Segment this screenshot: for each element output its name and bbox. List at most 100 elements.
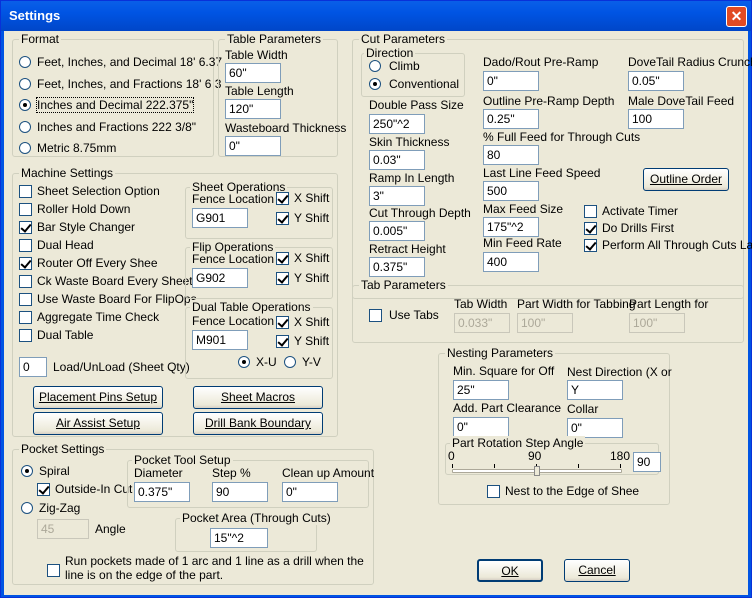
sheet-fence-location-input[interactable]: G901 <box>192 208 248 228</box>
machine-checkbox-4[interactable] <box>19 257 32 270</box>
arc-as-drill-label-line1[interactable]: Run pockets made of 1 arc and 1 line as … <box>65 554 364 568</box>
format-radio-0[interactable] <box>19 56 31 68</box>
activate-timer-label[interactable]: Activate Timer <box>602 204 678 218</box>
arc-as-drill-checkbox[interactable] <box>47 564 60 577</box>
machine-checkbox-8[interactable] <box>19 329 32 342</box>
flip-xshift-label[interactable]: X Shift <box>294 251 329 265</box>
outline-pre-ramp-depth-input[interactable]: 0.25" <box>483 109 539 129</box>
rotation-slider-thumb[interactable] <box>534 466 540 476</box>
format-label-0[interactable]: Feet, Inches, and Decimal 18' 6.37 <box>37 55 222 69</box>
sheet-xshift-checkbox[interactable] <box>276 192 289 205</box>
nest-direction-input[interactable]: Y <box>567 380 623 400</box>
outside-in-checkbox[interactable] <box>37 483 50 496</box>
perform-all-through-cuts-checkbox[interactable] <box>584 239 597 252</box>
cut-through-depth-input[interactable]: 0.005" <box>369 221 425 241</box>
nest-edge-label[interactable]: Nest to the Edge of Shee <box>505 484 639 498</box>
min-square-input[interactable]: 25" <box>453 380 509 400</box>
drill-bank-boundary-button[interactable]: Drill Bank Boundary <box>193 412 323 435</box>
do-drills-first-checkbox[interactable] <box>584 222 597 235</box>
retract-height-input[interactable]: 0.375" <box>369 257 425 277</box>
dual-fence-location-input[interactable]: M901 <box>192 330 248 350</box>
min-feed-rate-input[interactable]: 400 <box>483 252 539 272</box>
machine-option-8[interactable]: Dual Table <box>37 328 93 342</box>
conventional-label[interactable]: Conventional <box>389 77 459 91</box>
format-radio-1[interactable] <box>19 78 31 90</box>
dado-pre-ramp-input[interactable]: 0" <box>483 71 539 91</box>
table-length-input[interactable]: 120" <box>225 99 281 119</box>
format-label-4[interactable]: Metric 8.75mm <box>37 141 116 155</box>
machine-option-6[interactable]: Use Waste Board For FlipOps <box>37 292 197 306</box>
zigzag-radio[interactable] <box>21 502 33 514</box>
outline-order-button[interactable]: Outline Order <box>643 168 729 191</box>
machine-option-4[interactable]: Router Off Every Shee <box>37 256 158 270</box>
wasteboard-thickness-input[interactable]: 0" <box>225 136 281 156</box>
last-line-feed-input[interactable]: 500 <box>483 181 539 201</box>
flip-xshift-checkbox[interactable] <box>276 252 289 265</box>
flip-yshift-checkbox[interactable] <box>276 272 289 285</box>
full-feed-input[interactable]: 80 <box>483 145 539 165</box>
skin-thickness-input[interactable]: 0.03" <box>369 150 425 170</box>
air-assist-setup-button[interactable]: Air Assist Setup <box>33 412 163 435</box>
ramp-in-length-input[interactable]: 3" <box>369 186 425 206</box>
yv-radio[interactable] <box>284 356 296 368</box>
pocket-area-input[interactable]: 15"^2 <box>210 528 268 548</box>
rotation-value-box[interactable]: 90 <box>633 452 661 472</box>
sheet-yshift-checkbox[interactable] <box>276 212 289 225</box>
double-pass-size-input[interactable]: 250"^2 <box>369 114 425 134</box>
format-radio-2[interactable] <box>19 99 31 111</box>
part-width-tabbing-input[interactable]: 100" <box>517 313 573 333</box>
yv-label[interactable]: Y-V <box>302 355 321 369</box>
dual-yshift-checkbox[interactable] <box>276 335 289 348</box>
cleanup-amount-input[interactable]: 0" <box>282 482 338 502</box>
xu-radio[interactable] <box>238 356 250 368</box>
use-tabs-label[interactable]: Use Tabs <box>389 308 439 322</box>
do-drills-first-label[interactable]: Do Drills First <box>602 221 674 235</box>
machine-option-3[interactable]: Dual Head <box>37 238 94 252</box>
activate-timer-checkbox[interactable] <box>584 205 597 218</box>
sheet-macros-button[interactable]: Sheet Macros <box>193 386 323 409</box>
spiral-label[interactable]: Spiral <box>39 464 70 478</box>
dual-yshift-label[interactable]: Y Shift <box>294 334 329 348</box>
use-tabs-checkbox[interactable] <box>369 309 382 322</box>
dual-xshift-label[interactable]: X Shift <box>294 315 329 329</box>
step-percent-input[interactable]: 90 <box>212 482 268 502</box>
machine-checkbox-5[interactable] <box>19 275 32 288</box>
collar-input[interactable]: 0" <box>567 418 623 438</box>
machine-option-2[interactable]: Bar Style Changer <box>37 220 135 234</box>
xu-label[interactable]: X-U <box>256 355 277 369</box>
table-width-input[interactable]: 60" <box>225 63 281 83</box>
conventional-radio[interactable] <box>369 78 381 90</box>
climb-radio[interactable] <box>369 60 381 72</box>
sheet-yshift-label[interactable]: Y Shift <box>294 211 329 225</box>
format-label-3[interactable]: Inches and Fractions 222 3/8" <box>37 120 196 134</box>
nest-edge-checkbox[interactable] <box>487 485 500 498</box>
format-label-1[interactable]: Feet, Inches, and Fractions 18' 6 3 <box>37 77 221 91</box>
machine-checkbox-0[interactable] <box>19 185 32 198</box>
male-dovetail-feed-input[interactable]: 100 <box>628 109 684 129</box>
machine-checkbox-7[interactable] <box>19 311 32 324</box>
machine-option-1[interactable]: Roller Hold Down <box>37 202 130 216</box>
perform-all-through-cuts-label[interactable]: Perform All Through Cuts Las <box>602 238 752 252</box>
placement-pins-setup-button[interactable]: Placement Pins Setup <box>33 386 163 409</box>
ok-button[interactable]: OK <box>477 559 543 582</box>
sheet-xshift-label[interactable]: X Shift <box>294 191 329 205</box>
max-feed-size-input[interactable]: 175"^2 <box>483 217 539 237</box>
flip-yshift-label[interactable]: Y Shift <box>294 271 329 285</box>
diameter-input[interactable]: 0.375" <box>134 482 190 502</box>
outside-in-label[interactable]: Outside-In Cut <box>55 482 132 496</box>
zigzag-label[interactable]: Zig-Zag <box>39 501 80 515</box>
load-unload-input[interactable]: 0 <box>19 357 47 377</box>
tab-width-input[interactable]: 0.033" <box>454 313 510 333</box>
format-radio-3[interactable] <box>19 121 31 133</box>
machine-checkbox-2[interactable] <box>19 221 32 234</box>
machine-checkbox-6[interactable] <box>19 293 32 306</box>
part-clearance-input[interactable]: 0" <box>453 417 509 437</box>
cancel-button[interactable]: Cancel <box>564 559 630 582</box>
machine-option-7[interactable]: Aggregate Time Check <box>37 310 159 324</box>
dovetail-radius-crunch-input[interactable]: 0.05" <box>628 71 684 91</box>
part-length-input[interactable]: 100" <box>629 313 685 333</box>
flip-fence-location-input[interactable]: G902 <box>192 268 248 288</box>
machine-option-5[interactable]: Ck Waste Board Every Sheet <box>37 274 193 288</box>
title-bar[interactable]: Settings ✕ <box>1 1 751 31</box>
arc-as-drill-label-line2[interactable]: line is on the edge of the part. <box>65 568 223 582</box>
